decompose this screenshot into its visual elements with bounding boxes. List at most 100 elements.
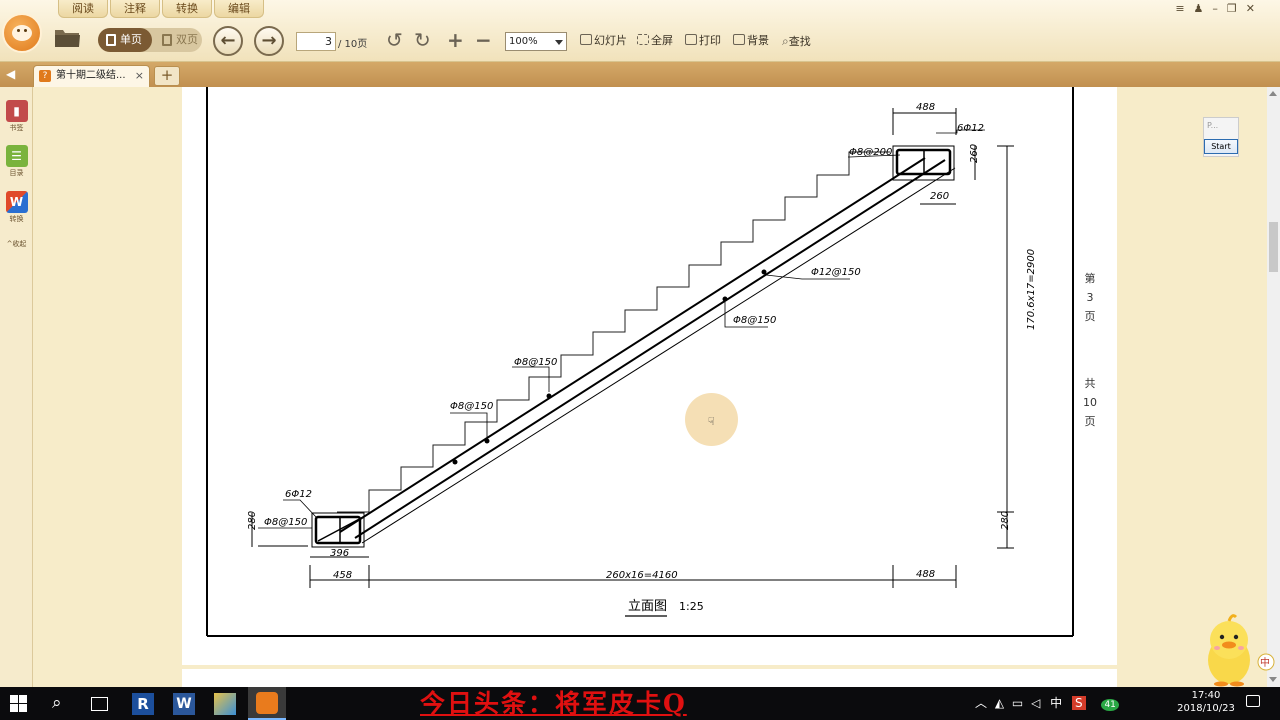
duck-mascot-icon[interactable]: 中 (1203, 610, 1275, 687)
sidebar-toggle-icon[interactable]: ◀ (6, 67, 20, 81)
volume-icon[interactable]: ◁ (1031, 696, 1040, 710)
zoom-in-icon[interactable]: + (447, 30, 464, 50)
drawing-title: 立面图 (628, 599, 667, 614)
main-toolbar: 阅读 注释 转换 编辑 单页 双页 ← → 3 / 10页 ↺ ↻ + − 10… (0, 0, 1280, 62)
logo-eye (17, 29, 20, 32)
rotate-left-icon[interactable]: ↺ (386, 30, 403, 50)
search-icon: ⌕ (782, 34, 789, 48)
minimize-icon[interactable]: – (1212, 2, 1227, 15)
dim-bottom-height: 280 (247, 511, 258, 530)
scroll-thumb[interactable] (1269, 222, 1278, 272)
staircase-elevation-drawing: 488 6Φ12 Φ8@200 260 260 Φ12@150 Φ8@150 Φ… (206, 87, 1097, 637)
dim-bottom-stirrup: Φ8@150 (264, 517, 307, 528)
zoom-value: 100% (509, 36, 538, 47)
ime-indicator[interactable]: 中 (1050, 696, 1062, 710)
zoom-out-icon[interactable]: − (475, 30, 492, 50)
svg-text:共: 共 (1085, 377, 1096, 390)
system-tray: ︿ ◭ ▭ ◁ 中 S 41 (975, 694, 1119, 711)
logo-face (12, 25, 32, 41)
dim-top-bars: 6Φ12 (957, 123, 984, 134)
system-clock[interactable]: 17:40 2018/10/23 (1170, 689, 1242, 715)
search-icon[interactable]: ⌕ (52, 693, 74, 715)
svg-text:3: 3 (1087, 291, 1094, 304)
tray-badge[interactable]: 41 (1101, 699, 1119, 711)
sidebar-item-bookmark[interactable]: ▮ 书签 (3, 100, 30, 133)
double-page-label: 双页 (176, 33, 198, 46)
close-tab-icon[interactable]: × (135, 66, 144, 86)
pdf-reader-icon (256, 692, 278, 714)
find-button[interactable]: ⌕查找 (782, 34, 811, 49)
zoom-select[interactable]: 100% (505, 32, 567, 51)
page-indicator: 第 3 页 共 10 页 (1083, 271, 1097, 428)
menu-tab-edit[interactable]: 编辑 (214, 0, 264, 18)
menu-icon[interactable]: ≡ (1175, 2, 1193, 15)
background-button[interactable]: 背景 (733, 34, 769, 48)
dim-bottom-bars: 6Φ12 (285, 489, 312, 500)
revit-icon[interactable]: R (132, 693, 154, 715)
pdf-to-word-icon: W (5, 191, 28, 213)
word-icon[interactable]: W (173, 693, 195, 715)
slideshow-icon (580, 34, 592, 45)
sidebar-item-toc[interactable]: ☰ 目录 (3, 145, 30, 178)
restore-icon[interactable]: ❐ (1227, 2, 1246, 15)
svg-text:页: 页 (1085, 310, 1096, 323)
menu-tab-annotate[interactable]: 注释 (110, 0, 160, 18)
print-button[interactable]: 打印 (685, 34, 721, 48)
svg-text:10: 10 (1083, 396, 1097, 409)
background-icon (733, 34, 745, 45)
double-page-button[interactable]: 双页 (154, 28, 202, 52)
single-page-icon (106, 34, 116, 46)
scroll-up-icon[interactable] (1269, 91, 1277, 96)
menu-tab-convert[interactable]: 转换 (162, 0, 212, 18)
page-number-input[interactable]: 3 (296, 32, 336, 51)
sidebar-item-label: 书签 (9, 124, 24, 132)
sidebar-collapse[interactable]: ^收起 (3, 239, 30, 249)
dim-top-bottom: 260 (930, 191, 949, 202)
add-tab-button[interactable]: + (154, 66, 180, 86)
top-beam (892, 145, 955, 181)
document-tab[interactable]: ? 第十期二级结... × (33, 65, 150, 87)
stair-steps (337, 151, 890, 513)
menu-tab-read[interactable]: 阅读 (58, 0, 108, 18)
rotate-right-icon[interactable]: ↻ (414, 30, 431, 50)
arrow-right-icon: → (261, 30, 277, 51)
dim-right-top: 488 (916, 569, 935, 580)
dim-run: 260x16=4160 (606, 570, 678, 581)
dim-rise: 170.6x17=2900 (1026, 249, 1037, 330)
pdf-file-icon: ? (39, 70, 51, 82)
app-logo[interactable] (2, 13, 42, 53)
start-button[interactable]: Start (1204, 139, 1238, 154)
print-label: 打印 (699, 34, 721, 47)
fullscreen-button[interactable]: 全屏 (637, 34, 673, 48)
windows-start-icon[interactable] (10, 695, 27, 712)
photos-icon[interactable] (214, 693, 236, 715)
dim-top-width: 488 (916, 102, 935, 113)
sidebar-item-convert[interactable]: W 转换 (3, 191, 30, 224)
next-page-button[interactable]: → (254, 26, 284, 56)
chevron-up-icon[interactable]: ︿ (975, 696, 987, 710)
prev-page-button[interactable]: ← (213, 26, 243, 56)
battery-icon[interactable]: ▭ (1012, 696, 1023, 710)
slideshow-button[interactable]: 幻灯片 (580, 34, 627, 48)
skin-icon[interactable]: ♟ (1194, 2, 1213, 15)
left-sidebar: ▮ 书签 ☰ 目录 W 转换 ^收起 (0, 87, 33, 687)
double-page-icon (162, 34, 172, 46)
dim-bottom-left: 458 (333, 570, 352, 581)
task-view-icon[interactable] (91, 697, 108, 711)
vertical-scrollbar[interactable] (1267, 87, 1280, 687)
hand-cursor-icon: ☟ (708, 415, 715, 428)
single-page-button[interactable]: 单页 (98, 28, 152, 52)
pdf-reader-taskbar-button[interactable] (248, 687, 286, 720)
open-folder-icon[interactable] (54, 26, 81, 48)
network-icon[interactable]: ◭ (995, 696, 1004, 710)
notification-icon[interactable] (1246, 695, 1260, 707)
close-icon[interactable]: ✕ (1246, 2, 1264, 15)
floating-panel-label: P... (1207, 121, 1219, 130)
arrow-left-icon: ← (220, 30, 236, 51)
dim-right-bottom: 280 (1000, 511, 1011, 530)
window-controls: ≡♟–❐✕ (1175, 2, 1264, 15)
dim-label-a: Φ8@150 (514, 357, 557, 368)
sogou-icon[interactable]: S (1071, 696, 1086, 710)
slideshow-label: 幻灯片 (594, 34, 627, 47)
toc-icon: ☰ (5, 145, 28, 167)
